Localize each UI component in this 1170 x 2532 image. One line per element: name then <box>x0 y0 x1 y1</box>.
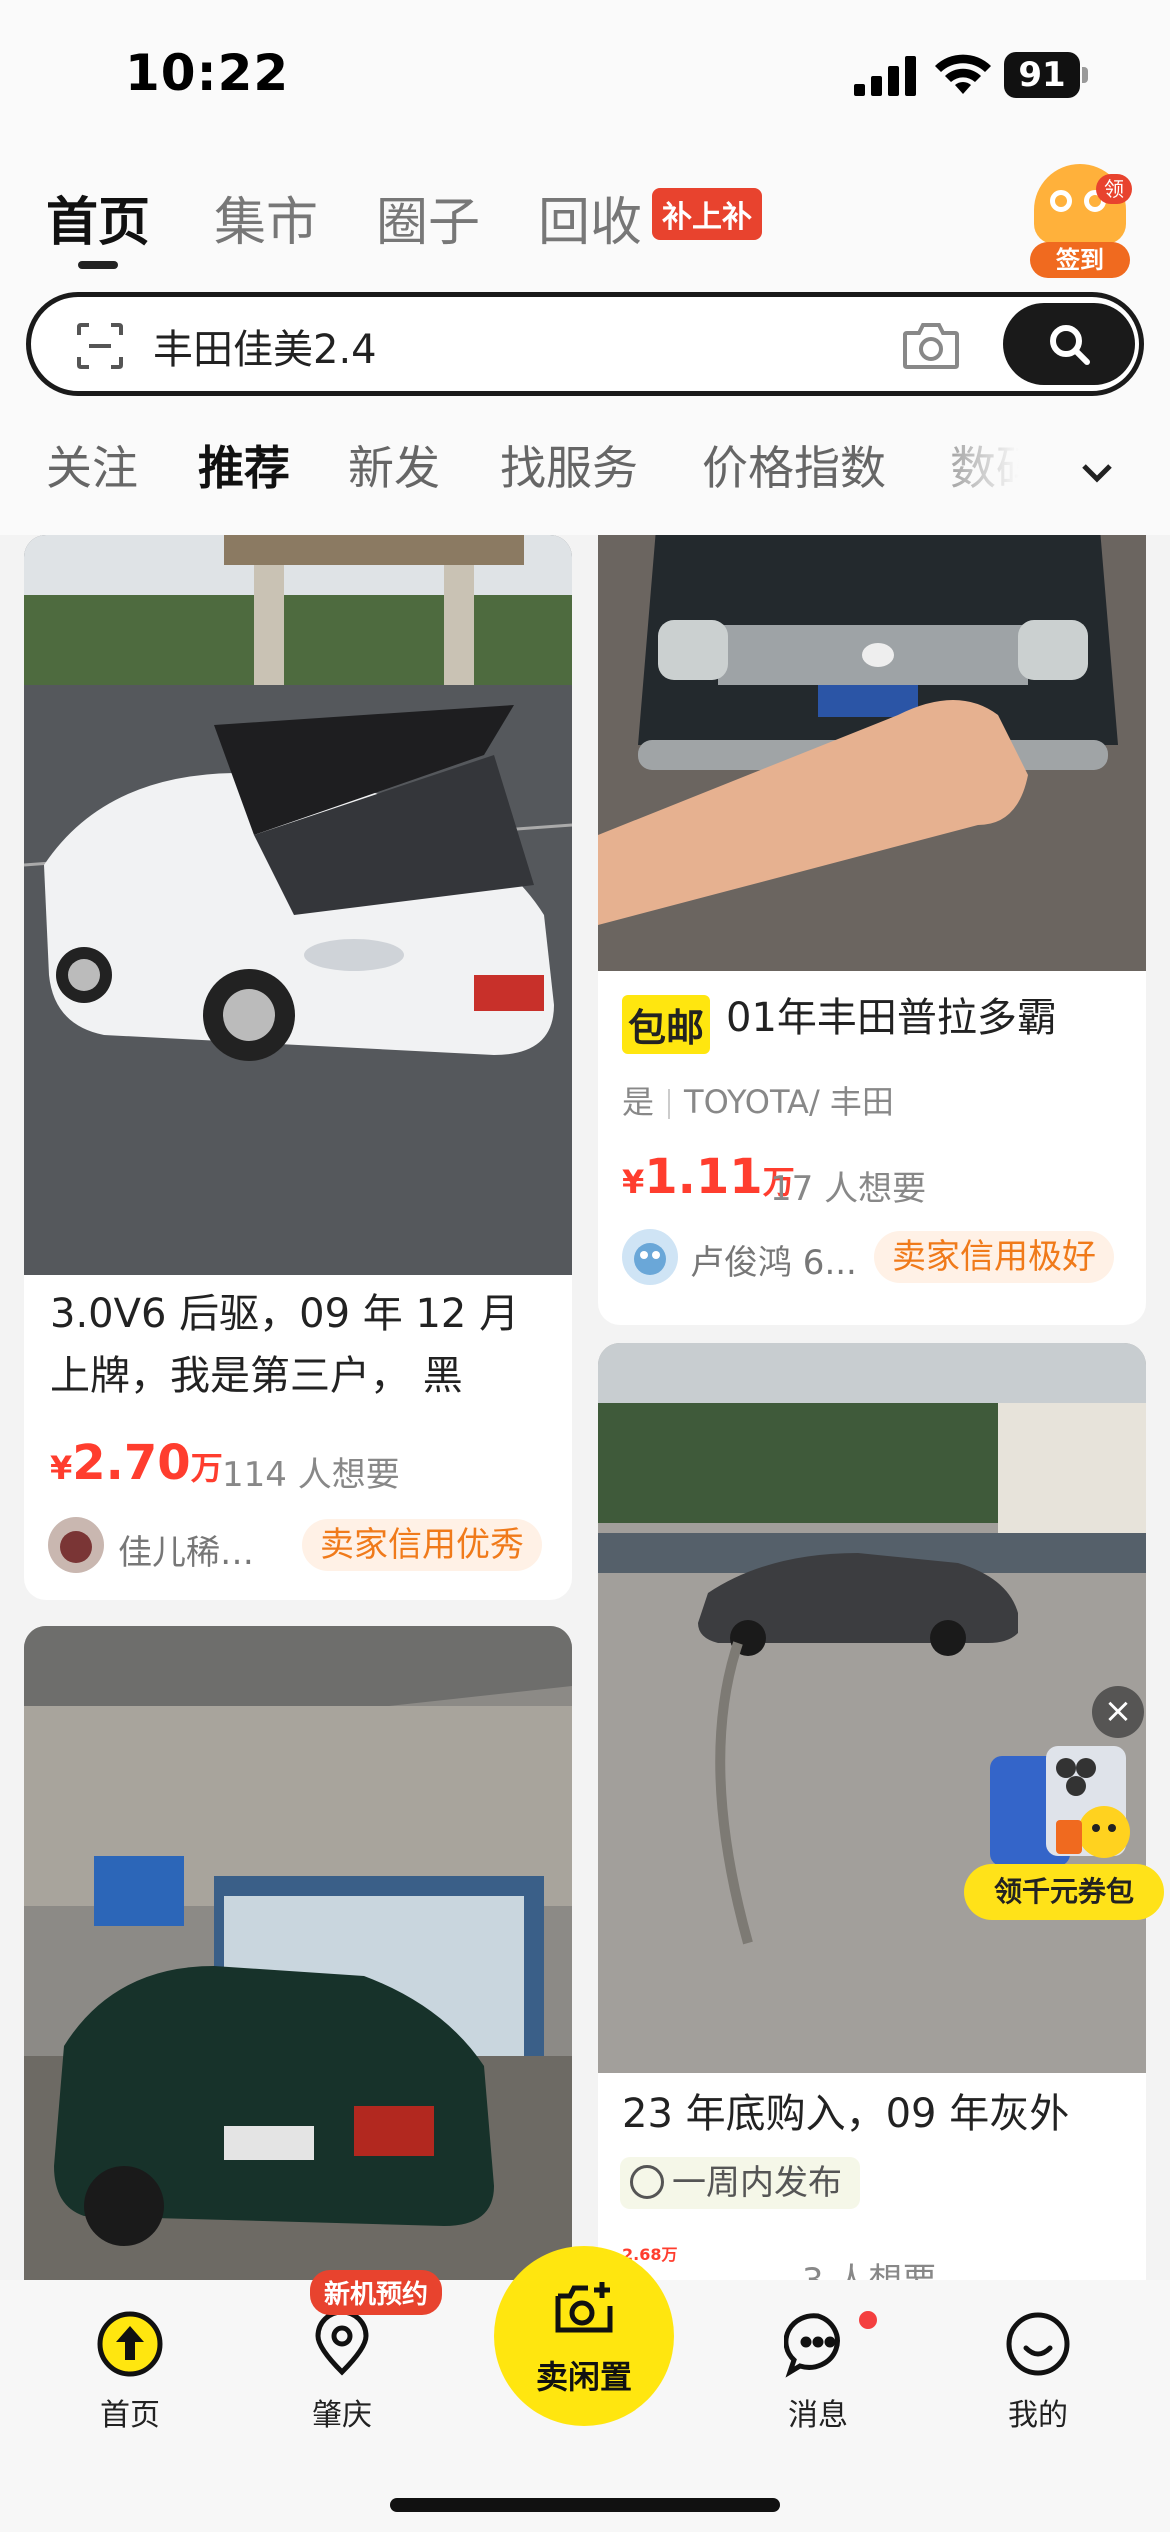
product-card[interactable] <box>24 1626 572 2280</box>
product-card[interactable]: 3.0V6 后驱，09 年 12 月 上牌，我是第三户， 黑 ¥2.70万 11… <box>24 535 572 1600</box>
want-count: 17 人想要 <box>770 1169 927 1209</box>
tab-recycle[interactable]: 回收 <box>538 180 642 255</box>
chevron-down-icon[interactable] <box>1072 448 1122 498</box>
product-feed[interactable]: 3.0V6 后驱，09 年 12 月 上牌，我是第三户， 黑 ¥2.70万 11… <box>0 535 1170 2280</box>
avatar[interactable] <box>48 1517 104 1573</box>
tab-bar-location[interactable]: 肇庆 <box>272 2310 412 2440</box>
sign-in-button[interactable]: 领 签到 <box>1030 164 1132 278</box>
camera-plus-icon <box>555 2282 613 2333</box>
category-tabs: 关注 推荐 新发 找服务 价格指数 数码 <box>0 432 1170 522</box>
sell-button[interactable]: 卖闲置 <box>494 2246 674 2426</box>
tab-bar-profile[interactable]: 我的 <box>968 2310 1108 2440</box>
header: 首页 集市 圈子 回收 补上补 领 签到 丰田佳美2.4 关注 推荐 新发 找服… <box>0 150 1170 535</box>
search-icon <box>1050 325 1090 365</box>
coupon-label: 领千元券包 <box>964 1864 1164 1920</box>
seller-name[interactable]: 佳儿稀… <box>118 1525 254 1574</box>
search-input[interactable]: 丰田佳美2.4 <box>153 317 377 375</box>
toyota-prado-photo <box>598 535 1146 971</box>
home-arrow-icon <box>97 2311 163 2377</box>
tab-label: 首页 <box>100 2398 160 2433</box>
tab-market[interactable]: 集市 <box>214 180 318 255</box>
status-time: 10:22 <box>125 44 290 102</box>
category-follow[interactable]: 关注 <box>46 432 138 498</box>
search-bar[interactable]: 丰田佳美2.4 <box>26 292 1144 396</box>
home-indicator <box>390 2498 780 2512</box>
product-title: 23 年底购入，09 年灰外 <box>622 2091 1070 2137</box>
search-button[interactable] <box>1003 303 1135 385</box>
category-services[interactable]: 找服务 <box>500 432 638 498</box>
product-title: 3.0V6 后驱，09 年 12 月 <box>50 1291 520 1337</box>
battery-level: 91 <box>1004 52 1080 98</box>
battery-icon: 91 <box>1004 52 1088 98</box>
price: ¥2.70万 <box>50 1435 223 1491</box>
tab-circle[interactable]: 圈子 <box>376 180 480 255</box>
bottom-tab-bar: 首页 肇庆 新机预约 卖闲置 消息 我的 <box>0 2246 1170 2532</box>
white-lexus-sedan-photo <box>24 535 572 1275</box>
brand-line: 是 TOYOTA/ 丰田 <box>622 1083 894 1121</box>
product-card[interactable]: 包邮 01年丰田普拉多霸 是 TOYOTA/ 丰田 ¥1.11万 17 人想要 卢… <box>598 535 1146 1325</box>
grey-sedan-photo <box>598 1343 1146 2073</box>
sell-label: 卖闲置 <box>535 2358 632 2396</box>
tab-home[interactable]: 首页 <box>46 180 150 269</box>
category-new[interactable]: 新发 <box>348 432 440 498</box>
claim-badge: 领 <box>1096 174 1132 204</box>
category-recommend[interactable]: 推荐 <box>198 432 290 498</box>
sign-in-label: 签到 <box>1030 242 1130 278</box>
message-icon <box>784 2313 840 2378</box>
credit-badge: 卖家信用优秀 <box>302 1519 542 1571</box>
free-shipping-tag: 包邮 <box>622 995 711 1054</box>
tab-label: 消息 <box>788 2398 848 2433</box>
smile-icon <box>1006 2312 1070 2376</box>
want-count: 3 人想要 <box>802 2253 936 2280</box>
tab-label: 我的 <box>1008 2398 1068 2433</box>
price: ¥1.11万 <box>622 1149 795 1205</box>
scan-icon[interactable] <box>75 321 125 371</box>
category-price-index[interactable]: 价格指数 <box>702 432 886 498</box>
coupon-phone-icon <box>990 1746 1130 1866</box>
location-pin-icon <box>315 2310 369 2376</box>
seller-name[interactable]: 卢俊鸿 6... <box>690 1235 857 1284</box>
close-icon[interactable]: × <box>1092 1686 1144 1738</box>
camera-icon[interactable] <box>901 317 961 373</box>
status-bar: 10:22 91 <box>0 0 1170 150</box>
cellular-signal-icon <box>854 56 916 96</box>
credit-badge: 卖家信用极好 <box>874 1231 1114 1283</box>
unread-dot <box>856 2308 880 2332</box>
product-title: 01年丰田普拉多霸 <box>726 995 1057 1041</box>
coupon-float[interactable]: 领千元券包 <box>960 1746 1170 1926</box>
avatar[interactable] <box>622 1229 678 1285</box>
clock-icon <box>630 2164 664 2199</box>
dark-green-sedan-photo <box>24 1626 572 2280</box>
tab-label: 肇庆 <box>312 2398 372 2433</box>
product-title-line2: 上牌，我是第三户， 黑 <box>50 1353 463 1399</box>
wifi-icon <box>935 54 991 94</box>
tab-bar-home[interactable]: 首页 <box>60 2310 200 2440</box>
want-count: 114 人想要 <box>222 1455 400 1495</box>
new-phone-badge: 新机预约 <box>310 2270 443 2315</box>
posted-badge: 一周内发布 <box>620 2157 860 2209</box>
recycle-subsidy-badge: 补上补 <box>652 188 762 240</box>
